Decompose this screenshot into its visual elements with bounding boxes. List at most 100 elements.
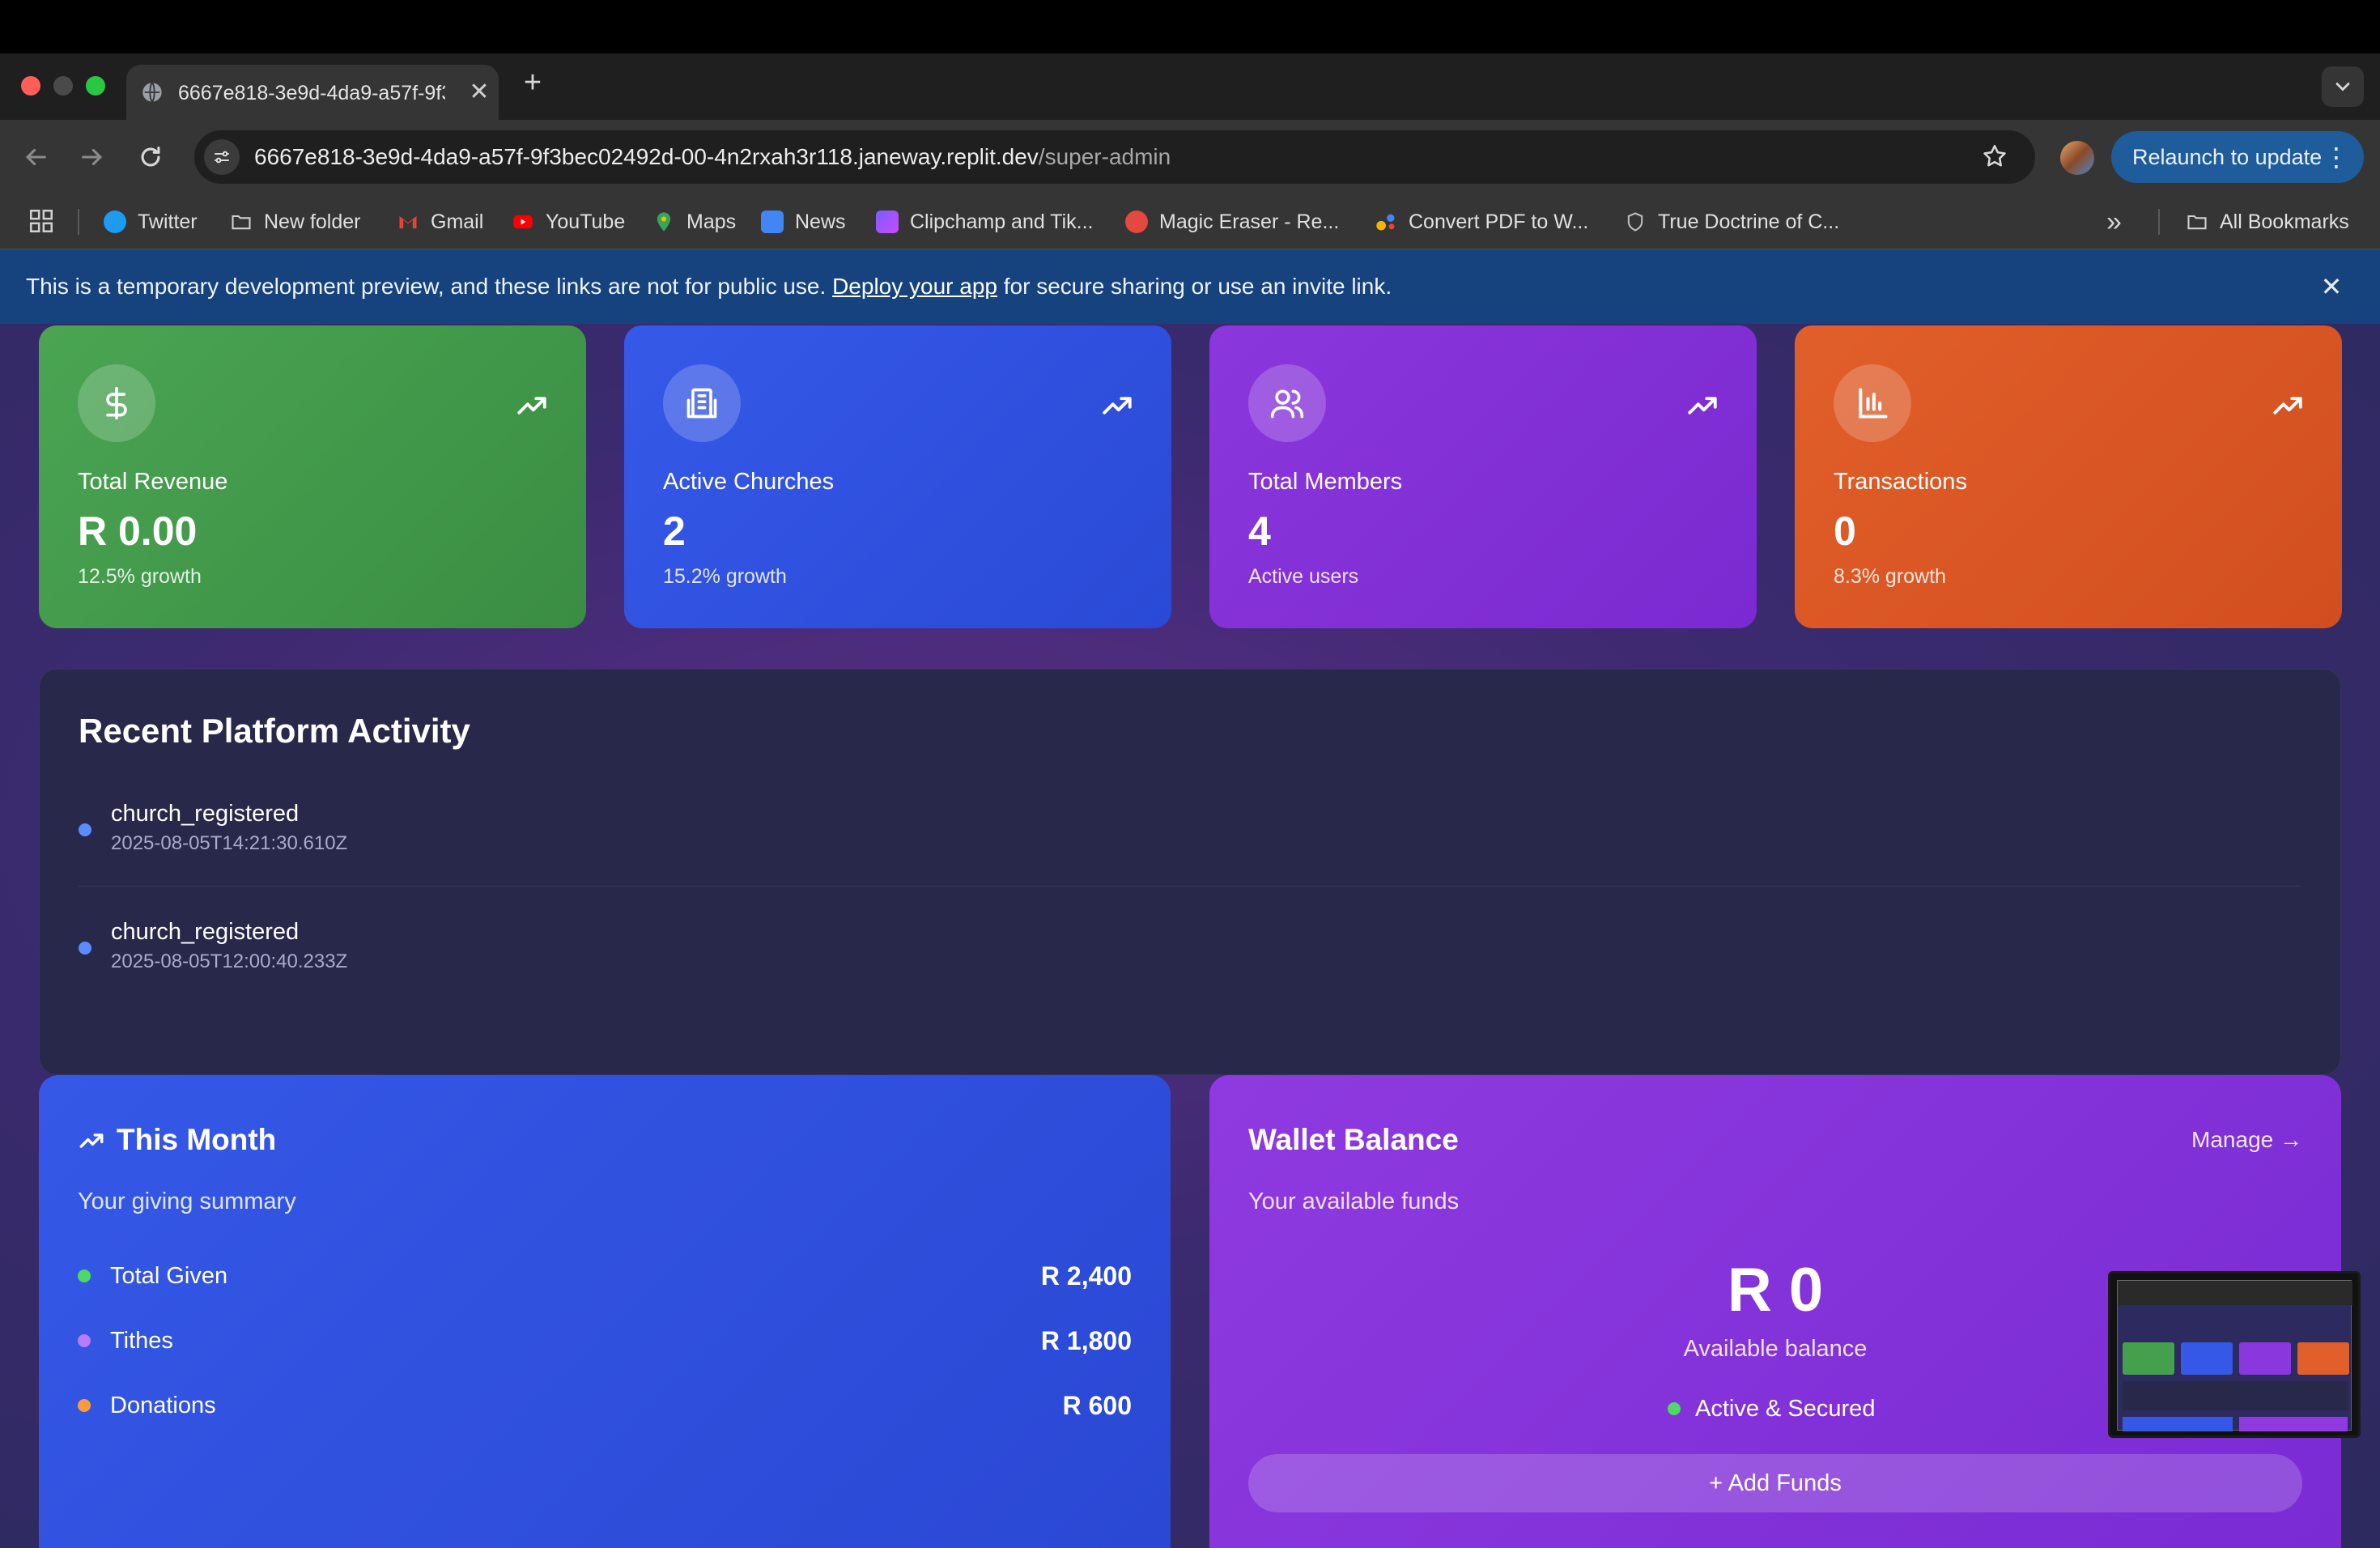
minimize-window-button[interactable] xyxy=(53,76,73,96)
tab-title: 6667e818-3e9d-4da9-a57f-9f3bec02492d-00-… xyxy=(178,82,445,104)
stat-label: Transactions xyxy=(1834,469,1967,495)
thumbnail-card xyxy=(2181,1342,2233,1375)
stat-card-total-revenue: Total Revenue R 0.00 12.5% growth xyxy=(39,325,586,628)
this-month-subtitle: Your giving summary xyxy=(78,1189,296,1214)
stat-subtext: 12.5% growth xyxy=(78,565,202,588)
bookmark-label: YouTube xyxy=(546,211,626,233)
stat-value: 2 xyxy=(663,508,686,554)
menu-bar xyxy=(0,0,2380,53)
summary-value: R 1,800 xyxy=(1040,1326,1132,1355)
close-window-button[interactable] xyxy=(21,76,40,96)
bar-chart-icon xyxy=(1834,364,1911,442)
convert-pdf-icon xyxy=(1376,214,1395,231)
url-path: /super-admin xyxy=(1038,144,1171,169)
bookmark-label: True Doctrine of C... xyxy=(1658,211,1840,233)
bookmark-label: Magic Eraser - Re... xyxy=(1159,211,1340,233)
activity-dot xyxy=(79,942,91,955)
bookmark-label: Maps xyxy=(686,211,737,233)
activity-timestamp: 2025-08-05T12:00:40.233Z xyxy=(111,950,348,972)
trending-up-icon xyxy=(79,1133,104,1148)
deploy-app-link[interactable]: Deploy your app xyxy=(832,274,997,299)
users-icon xyxy=(1248,364,1326,442)
maps-icon xyxy=(657,212,671,232)
stat-label: Active Churches xyxy=(663,469,835,495)
address-bar[interactable]: 6667e818-3e9d-4da9-a57f-9f3bec02492d-00-… xyxy=(194,130,2035,184)
this-month-panel: This Month Your giving summary Total Giv… xyxy=(39,1075,1171,1548)
stat-value: R 0.00 xyxy=(78,508,198,554)
activity-title: Recent Platform Activity xyxy=(79,712,470,750)
thumbnail-header xyxy=(2118,1281,2352,1305)
this-month-title: This Month xyxy=(117,1123,277,1156)
chevron-down-icon xyxy=(2335,83,2350,91)
more-bookmarks-icon[interactable]: » xyxy=(2106,206,2122,238)
status-dot xyxy=(78,1334,91,1347)
trending-up-icon xyxy=(1688,397,1717,415)
stat-subtext: Active users xyxy=(1248,565,1359,588)
site-info-button[interactable] xyxy=(204,139,240,175)
summary-label: Total Given xyxy=(110,1263,228,1289)
more-vert-icon[interactable]: ⋮ xyxy=(2323,141,2349,173)
reload-button[interactable] xyxy=(133,139,168,175)
browser-tab[interactable]: 6667e818-3e9d-4da9-a57f-9f3bec02492d-00-… xyxy=(126,65,499,120)
url-text[interactable]: 6667e818-3e9d-4da9-a57f-9f3bec02492d-00-… xyxy=(254,142,1171,172)
bookmarks-bar: Twitter New folder Gmail YouTube Maps Ne… xyxy=(0,194,2380,249)
bookmark-label: New folder xyxy=(264,211,361,233)
close-banner-icon[interactable]: ✕ xyxy=(2317,269,2346,304)
trending-up-icon xyxy=(517,397,546,415)
maximize-window-button[interactable] xyxy=(86,76,105,96)
manage-wallet-link[interactable]: Manage → xyxy=(2191,1124,2302,1156)
building-icon xyxy=(663,364,741,442)
activity-name: church_registered xyxy=(111,919,300,945)
star-icon xyxy=(1983,144,2006,167)
arrow-left-icon xyxy=(25,148,46,166)
banner-text: This is a temporary development preview,… xyxy=(26,270,1392,303)
activity-dot xyxy=(79,823,91,836)
thumbnail-card xyxy=(2297,1342,2349,1375)
summary-label: Donations xyxy=(110,1393,216,1418)
stat-card-active-churches: Active Churches 2 15.2% growth xyxy=(624,325,1171,628)
stat-card-total-members: Total Members 4 Active users xyxy=(1209,325,1757,628)
dollar-icon xyxy=(78,364,155,442)
banner-text-before: This is a temporary development preview,… xyxy=(26,274,833,299)
bookmark-star-button[interactable] xyxy=(1978,140,2011,172)
add-funds-button[interactable]: + Add Funds xyxy=(1248,1454,2302,1512)
gmail-icon xyxy=(399,216,417,229)
screenshot-thumbnail[interactable] xyxy=(2108,1271,2361,1438)
url-host: 6667e818-3e9d-4da9-a57f-9f3bec02492d-00-… xyxy=(254,144,1039,169)
stat-card-transactions: Transactions 0 8.3% growth xyxy=(1795,325,2342,628)
relaunch-button[interactable]: Relaunch to update ⋮ xyxy=(2111,131,2364,183)
clipchamp-icon xyxy=(876,211,899,233)
summary-row-tithes: Tithes R 1,800 xyxy=(78,1323,1132,1359)
bookmarks-divider xyxy=(78,209,79,235)
apps-grid-icon[interactable] xyxy=(28,207,55,235)
activity-item: church_registered 2025-08-05T14:21:30.61… xyxy=(79,797,2300,887)
thumbnail-preview xyxy=(2117,1280,2352,1431)
profile-avatar[interactable] xyxy=(2060,141,2094,175)
summary-row-donations: Donations R 600 xyxy=(78,1388,1132,1423)
trending-up-icon xyxy=(2273,397,2302,415)
tune-icon xyxy=(215,151,229,164)
summary-row-total-given: Total Given R 2,400 xyxy=(78,1258,1132,1294)
bookmark-label: Gmail xyxy=(431,211,484,233)
shield-icon xyxy=(1627,212,1643,232)
thumbnail-panel xyxy=(2123,1417,2233,1431)
bookmarks-divider xyxy=(2158,209,2160,235)
summary-label: Tithes xyxy=(110,1328,173,1354)
trending-up-icon xyxy=(1103,397,1132,415)
wallet-status-label: Active & Secured xyxy=(1695,1396,1876,1422)
back-button[interactable] xyxy=(18,139,53,175)
forward-button[interactable] xyxy=(74,139,110,175)
thumbnail-card xyxy=(2123,1342,2174,1375)
wallet-subtitle: Your available funds xyxy=(1248,1189,1460,1214)
stat-subtext: 8.3% growth xyxy=(1834,565,1946,588)
magic-eraser-icon xyxy=(1125,211,1148,233)
thumbnail-panel xyxy=(2239,1417,2348,1431)
youtube-icon xyxy=(513,215,533,229)
new-tab-button[interactable]: + xyxy=(516,66,549,99)
stat-label: Total Members xyxy=(1248,469,1403,495)
tab-search-button[interactable] xyxy=(2322,66,2364,107)
status-dot xyxy=(78,1269,91,1282)
dev-preview-banner: This is a temporary development preview,… xyxy=(0,249,2380,324)
stat-subtext: 15.2% growth xyxy=(663,565,787,588)
close-tab-icon[interactable]: ✕ xyxy=(465,78,494,107)
